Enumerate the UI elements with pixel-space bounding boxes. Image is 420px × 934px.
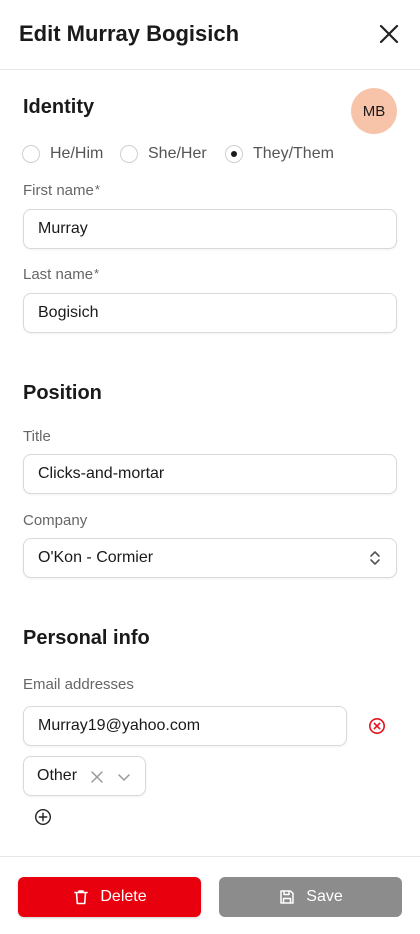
trash-icon: [74, 890, 89, 905]
delete-button[interactable]: Delete: [18, 877, 201, 917]
avatar: MB: [351, 88, 397, 134]
email-addresses-label: Email addresses: [23, 676, 134, 693]
last-name-label-text: Last name: [23, 266, 94, 283]
radio-label: He/Him: [50, 145, 104, 162]
pronoun-radio-they-them[interactable]: They/Them: [225, 143, 334, 165]
save-button-label: Save: [306, 888, 343, 905]
radio-label: She/Her: [148, 145, 207, 162]
radio-label: They/Them: [253, 145, 334, 162]
first-name-input[interactable]: [23, 209, 397, 249]
edit-contact-panel: Edit Murray Bogisich Identity MB He/Him …: [0, 0, 420, 934]
company-label: Company: [23, 512, 88, 529]
first-name-label-text: First name: [23, 182, 94, 199]
clear-icon[interactable]: [90, 770, 104, 784]
email-type-select[interactable]: Other: [23, 756, 146, 796]
title-input[interactable]: [23, 454, 397, 494]
chevron-up-down-icon: [370, 551, 380, 565]
pronoun-radio-she-her[interactable]: She/Her: [120, 143, 207, 165]
pronoun-radio-group: He/Him She/Her They/Them: [22, 143, 392, 165]
required-marker: *: [94, 182, 100, 197]
save-button[interactable]: Save: [219, 877, 402, 917]
plus-circle-icon: [34, 808, 52, 826]
personal-info-section-title: Personal info: [23, 627, 150, 649]
position-section-title: Position: [23, 382, 102, 404]
first-name-label: First name*: [23, 182, 100, 199]
remove-circle-icon: [369, 718, 385, 734]
panel-title: Edit Murray Bogisich: [19, 21, 240, 46]
required-marker: *: [94, 266, 100, 281]
identity-section-title: Identity: [23, 96, 95, 118]
delete-button-label: Delete: [100, 888, 147, 905]
save-icon: [280, 890, 295, 904]
email-type-value: Other: [37, 767, 78, 784]
add-email-button[interactable]: [34, 808, 52, 826]
close-icon: [379, 24, 399, 44]
company-select[interactable]: O'Kon - Cormier: [23, 538, 397, 578]
radio-circle[interactable]: [22, 145, 40, 163]
last-name-label: Last name*: [23, 266, 99, 283]
pronoun-radio-he-him[interactable]: He/Him: [22, 143, 103, 165]
radio-circle-checked[interactable]: [225, 145, 243, 163]
panel-footer: Delete Save: [0, 856, 420, 934]
email-input[interactable]: [23, 706, 347, 746]
radio-circle[interactable]: [120, 145, 138, 163]
title-label: Title: [23, 428, 51, 445]
chevron-down-icon: [118, 774, 130, 781]
last-name-input[interactable]: [23, 293, 397, 333]
company-select-value: O'Kon - Cormier: [38, 549, 154, 566]
remove-email-button[interactable]: [367, 716, 387, 736]
close-button[interactable]: [376, 21, 402, 47]
panel-header: Edit Murray Bogisich: [0, 0, 420, 70]
